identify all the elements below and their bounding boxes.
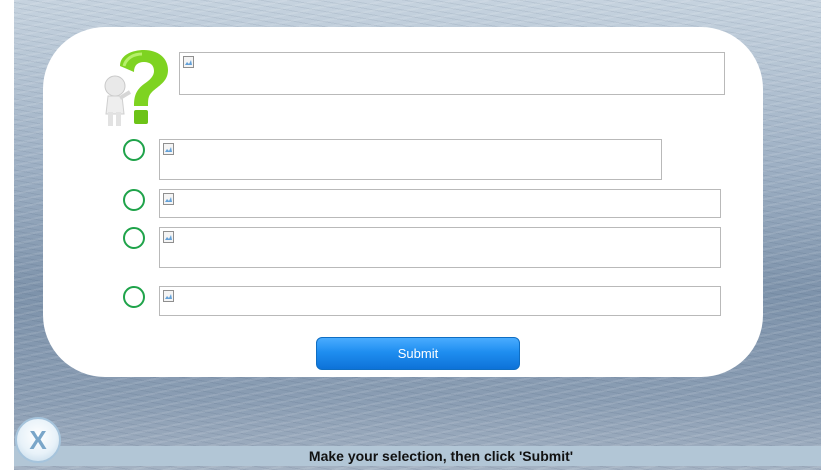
radio-option-3[interactable] — [123, 227, 145, 249]
broken-image-icon — [163, 290, 174, 302]
broken-image-icon — [183, 56, 194, 68]
question-image — [179, 52, 725, 95]
status-text: Make your selection, then click 'Submit' — [308, 448, 574, 464]
option-4-image — [159, 286, 721, 316]
radio-option-1[interactable] — [123, 139, 145, 161]
option-1-image — [159, 139, 662, 180]
broken-image-icon — [163, 231, 174, 243]
question-mark-figure-icon — [104, 50, 168, 126]
radio-option-4[interactable] — [123, 286, 145, 308]
option-3-image — [159, 227, 721, 268]
radio-option-2[interactable] — [123, 189, 145, 211]
close-icon: X — [29, 425, 47, 455]
broken-image-icon — [163, 193, 174, 205]
submit-button[interactable]: Submit — [316, 337, 520, 370]
status-bar: Make your selection, then click 'Submit' — [61, 446, 821, 466]
option-2-image — [159, 189, 721, 218]
close-button[interactable]: X — [15, 417, 61, 463]
broken-image-icon — [163, 143, 174, 155]
